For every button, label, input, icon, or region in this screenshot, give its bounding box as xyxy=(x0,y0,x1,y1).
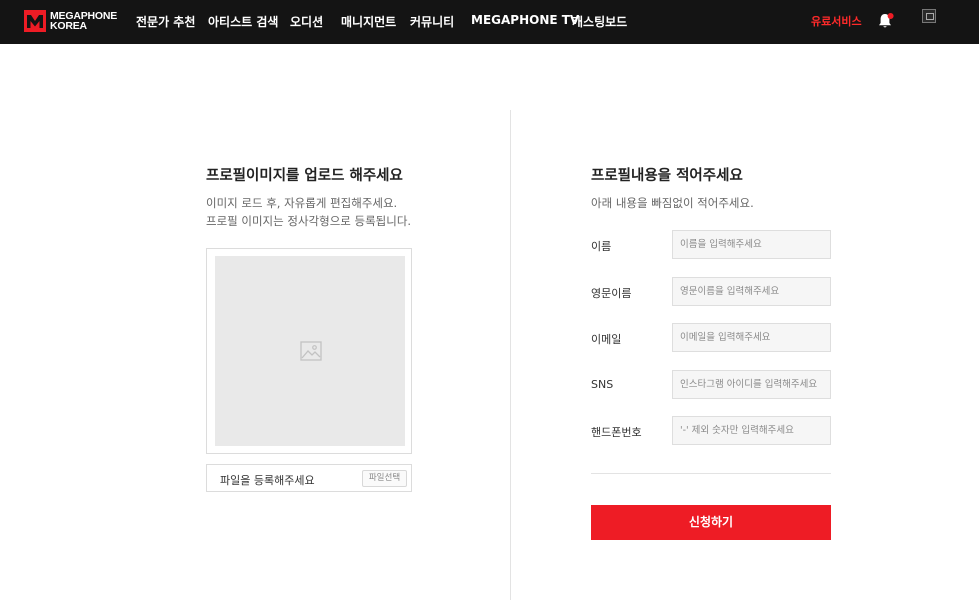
megaphone-logo-icon xyxy=(24,10,46,32)
profile-image-frame xyxy=(206,248,412,454)
upload-section-title: 프로필이미지를 업로드 해주세요 xyxy=(206,168,403,184)
nav-community[interactable]: 커뮤니티 xyxy=(410,13,454,30)
sns-input[interactable] xyxy=(672,370,831,399)
logo-text-line2: KOREA xyxy=(50,20,87,32)
nav-artist-search[interactable]: 아티스트 검색 xyxy=(208,13,278,30)
nav-management[interactable]: 매니지먼트 xyxy=(341,13,396,30)
bell-icon[interactable] xyxy=(877,12,895,30)
nav-megaphone-tv[interactable]: MEGAPHONE TV xyxy=(471,13,579,27)
upload-desc-line1: 이미지 로드 후, 자유롭게 편집해주세요. xyxy=(206,196,398,210)
top-navigation-bar: MEGAPHONE KOREA 전문가 추천 아티스트 검색 오디션 매니지먼트… xyxy=(0,0,979,44)
email-input[interactable] xyxy=(672,323,831,352)
file-upload-placeholder: 파일을 등록해주세요 xyxy=(220,474,315,487)
column-divider xyxy=(510,110,511,600)
form-divider xyxy=(591,473,831,474)
upload-desc-line2: 프로필 이미지는 정사각형으로 등록됩니다. xyxy=(206,214,412,228)
choose-file-button[interactable]: 파일선택 xyxy=(362,470,407,487)
name-label: 이름 xyxy=(591,240,612,253)
phone-input[interactable] xyxy=(672,416,831,445)
email-label: 이메일 xyxy=(591,333,622,346)
submit-button[interactable]: 신청하기 xyxy=(591,505,831,540)
profile-image-preview[interactable] xyxy=(215,256,405,446)
user-avatar-broken-image-icon[interactable] xyxy=(922,9,936,23)
megaphone-korea-logo[interactable]: MEGAPHONE KOREA xyxy=(24,10,117,32)
english-name-input[interactable] xyxy=(672,277,831,306)
file-upload-field[interactable]: 파일을 등록해주세요 파일선택 xyxy=(206,464,412,492)
form-section-title: 프로필내용을 적어주세요 xyxy=(591,168,743,184)
name-input[interactable] xyxy=(672,230,831,259)
nav-audition[interactable]: 오디션 xyxy=(290,13,323,30)
nav-casting-board[interactable]: 캐스팅보드 xyxy=(572,13,627,30)
phone-label: 핸드폰번호 xyxy=(591,426,642,439)
form-section-desc: 아래 내용을 빠짐없이 적어주세요. xyxy=(591,196,754,210)
sns-label: SNS xyxy=(591,378,614,391)
paid-service-link[interactable]: 유료서비스 xyxy=(811,13,862,29)
image-placeholder-icon xyxy=(300,341,322,361)
english-name-label: 영문이름 xyxy=(591,287,632,300)
nav-expert-recommend[interactable]: 전문가 추천 xyxy=(136,13,195,30)
